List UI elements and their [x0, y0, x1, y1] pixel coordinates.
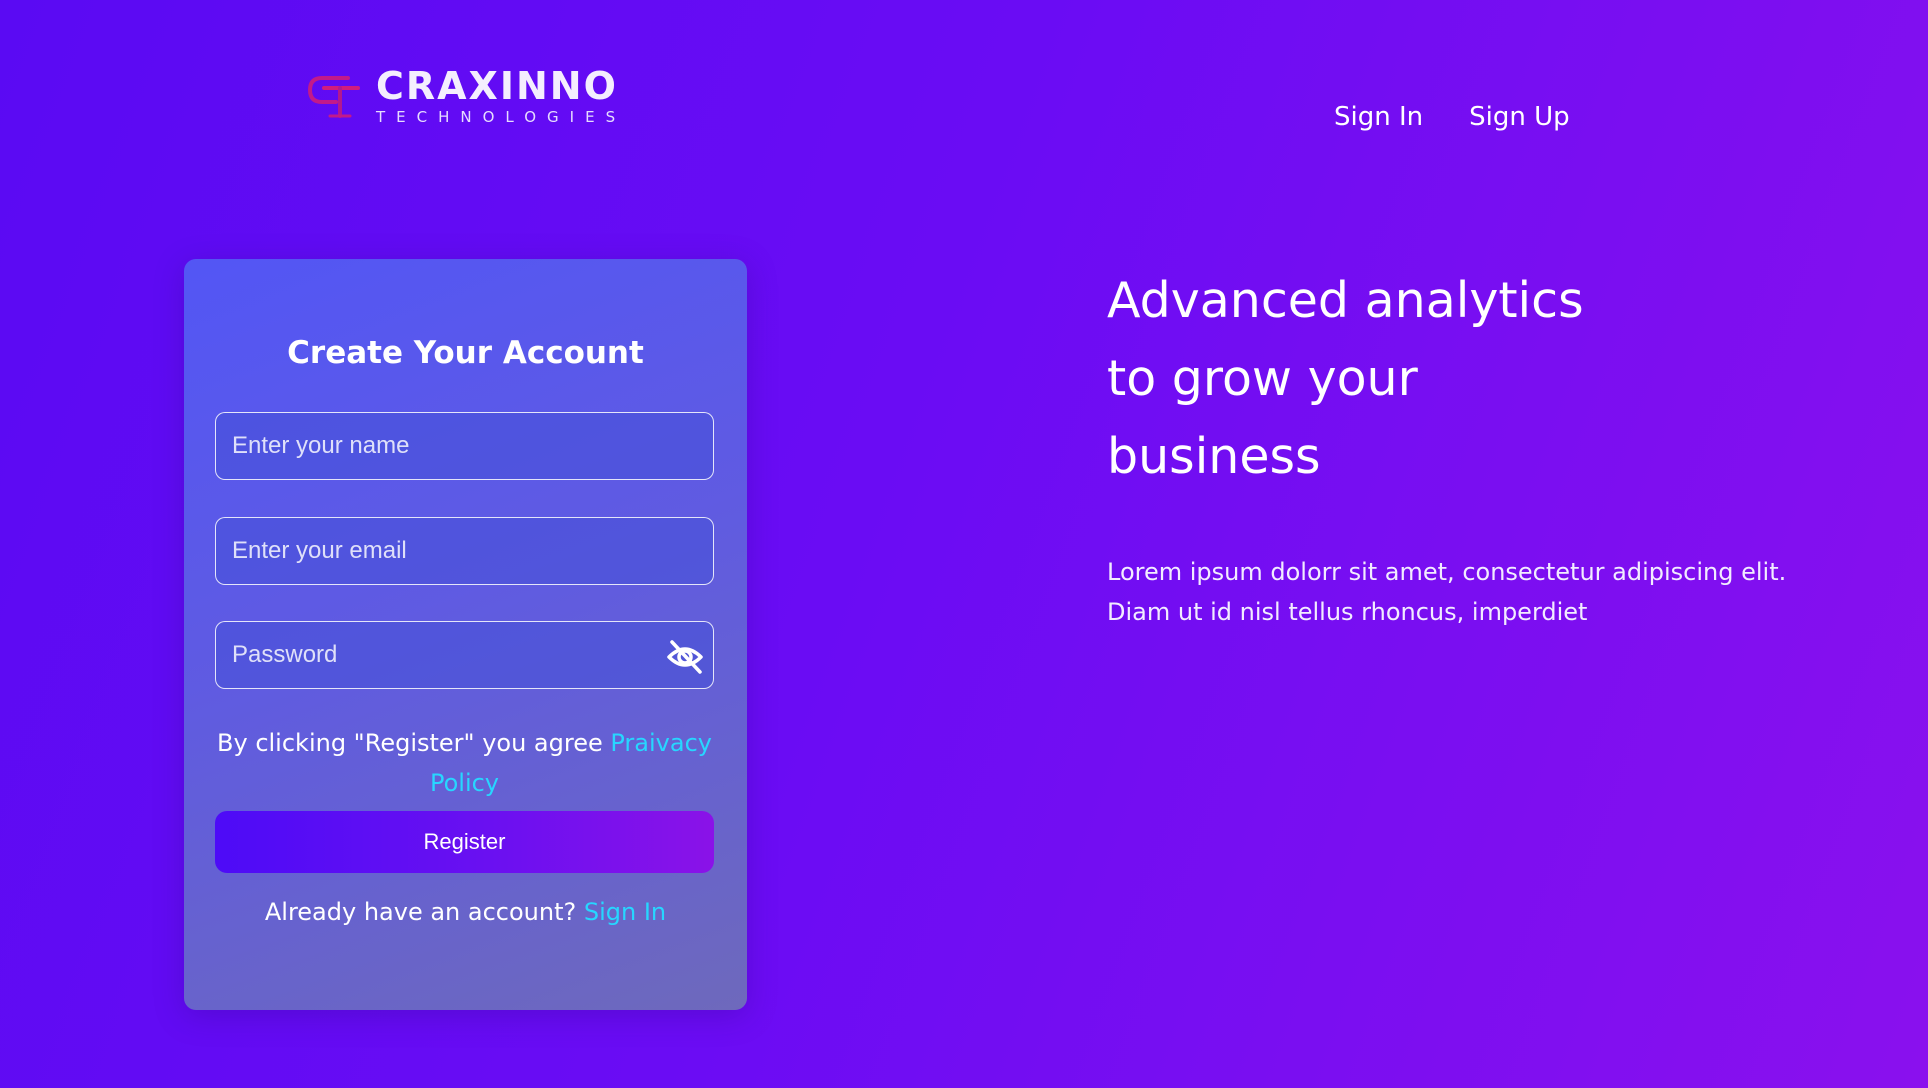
brand-logo[interactable]: CRAXINNO TECHNOLOGIES	[302, 64, 626, 128]
password-input[interactable]	[216, 622, 713, 688]
hero-title-line: Advanced analytics	[1107, 272, 1584, 329]
logo-text: CRAXINNO TECHNOLOGIES	[376, 66, 626, 126]
nav-sign-in-link[interactable]: Sign In	[1334, 98, 1423, 136]
hero-section: Advanced analytics to grow your business…	[1107, 262, 1887, 632]
top-header: CRAXINNO TECHNOLOGIES Sign In Sign Up	[0, 0, 1928, 200]
register-button[interactable]: Register	[215, 811, 714, 873]
brand-tagline: TECHNOLOGIES	[376, 108, 627, 126]
signin-prompt-text: Already have an account?	[264, 898, 584, 926]
hero-title-line: to grow your	[1107, 350, 1418, 407]
brand-name: CRAXINNO	[376, 64, 618, 108]
top-nav: Sign In Sign Up	[1334, 98, 1570, 136]
terms-notice: By clicking "Register" you agree Praivac…	[215, 723, 714, 803]
hero-title: Advanced analytics to grow your business	[1107, 262, 1887, 496]
register-card: Create Your Account By clicking "Registe…	[184, 259, 747, 1010]
hero-description-line: Lorem ipsum dolorr sit amet, consectetur…	[1107, 558, 1787, 586]
form-title: Create Your Account	[287, 335, 644, 371]
logo-mark-icon	[307, 76, 360, 118]
nav-sign-up-link[interactable]: Sign Up	[1469, 98, 1570, 136]
name-input[interactable]	[216, 413, 713, 479]
email-field	[215, 517, 714, 585]
signin-prompt: Already have an account? Sign In	[184, 892, 747, 932]
eye-off-icon[interactable]	[665, 638, 705, 676]
form-sign-in-link[interactable]: Sign In	[584, 898, 666, 926]
password-field	[215, 621, 714, 689]
hero-description: Lorem ipsum dolorr sit amet, consectetur…	[1107, 552, 1887, 632]
hero-description-line: Diam ut id nisl tellus rhoncus, imperdie…	[1107, 598, 1588, 626]
name-field	[215, 412, 714, 480]
terms-text: By clicking "Register" you agree	[217, 729, 611, 757]
hero-title-line: business	[1107, 428, 1321, 485]
email-input[interactable]	[216, 518, 713, 584]
